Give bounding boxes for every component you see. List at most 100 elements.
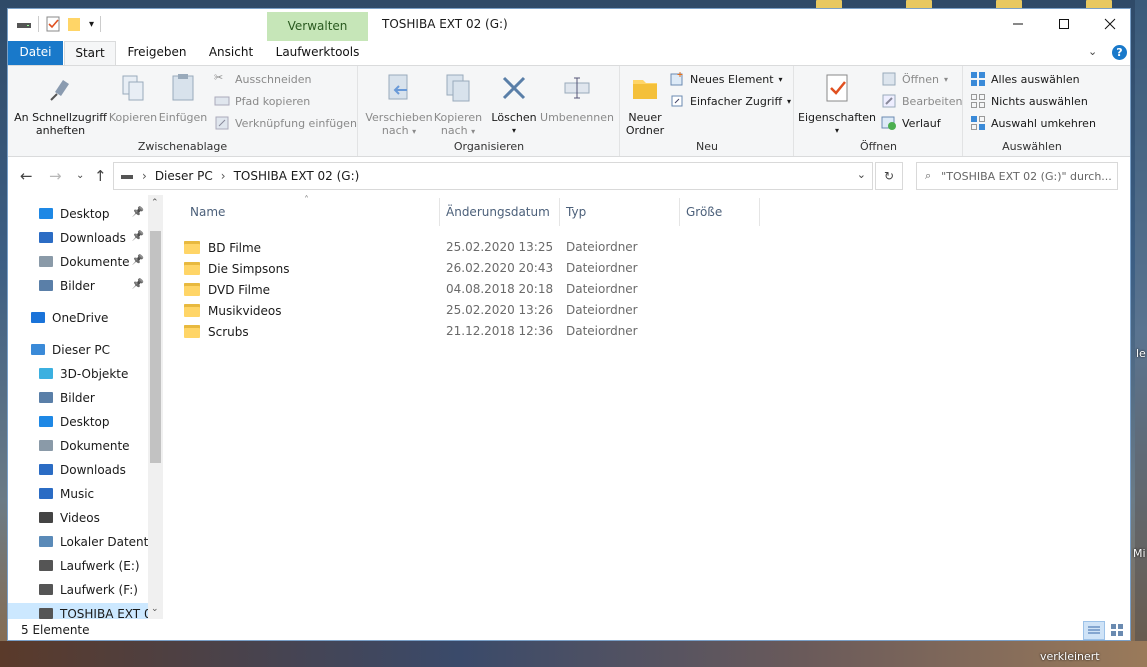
close-button[interactable]	[1087, 9, 1130, 39]
nav-item[interactable]: Dokumente 📌	[8, 251, 148, 273]
table-row[interactable]: Die Simpsons 26.02.2020 20:43 Dateiordner	[184, 258, 744, 279]
nav-item[interactable]: Laufwerk (E:)	[8, 555, 148, 577]
address-bar[interactable]: › Dieser PC › TOSHIBA EXT 02 (G:) ⌄	[113, 162, 873, 190]
select-all-icon	[971, 72, 985, 86]
recent-locations-icon[interactable]: ⌄	[76, 170, 84, 181]
maximize-button[interactable]	[1041, 9, 1087, 39]
nav-item[interactable]: 3D-Objekte	[8, 363, 148, 385]
dropdown-arrow-icon: ▾	[778, 74, 783, 84]
group-new: Neuer Ordner Neues Element ▾ Einfacher Zu…	[621, 66, 794, 156]
expand-ribbon-icon[interactable]: ⌄	[1088, 45, 1097, 58]
customize-toolbar-icon[interactable]: ▾	[89, 19, 94, 30]
table-row[interactable]: Scrubs 21.12.2018 12:36 Dateiordner	[184, 321, 744, 342]
drive-icon	[39, 560, 53, 571]
open-label: Öffnen	[902, 72, 939, 86]
nav-item[interactable]: Videos	[8, 507, 148, 529]
rename-button[interactable]: Umbenennen	[539, 68, 615, 124]
column-header-size[interactable]: Größe	[680, 198, 760, 226]
paste-button[interactable]: Einfügen	[158, 68, 208, 124]
tab-ansicht[interactable]: Ansicht	[204, 41, 258, 65]
select-all-button[interactable]: Alles auswählen	[970, 71, 1080, 87]
item-count: 5 Elemente	[21, 623, 90, 637]
new-folder-icon[interactable]	[67, 16, 83, 32]
edit-label: Bearbeiten	[902, 94, 963, 108]
group-select: Alles auswählen Nichts auswählen Auswahl…	[964, 66, 1100, 156]
table-row[interactable]: Musikvideos 25.02.2020 13:26 Dateiordner	[184, 300, 744, 321]
open-button[interactable]: Öffnen ▾	[881, 71, 948, 87]
edit-icon	[882, 94, 896, 108]
scroll-down-icon[interactable]: ⌄	[151, 604, 159, 614]
help-icon[interactable]: ?	[1112, 45, 1127, 60]
column-header-name[interactable]: Name	[184, 198, 440, 226]
breadcrumb-drive[interactable]: TOSHIBA EXT 02 (G:)	[234, 169, 360, 183]
tab-freigeben[interactable]: Freigeben	[125, 41, 189, 65]
desktop-icon-label[interactable]: Mi	[1133, 547, 1146, 560]
copy-button[interactable]: Kopieren	[108, 68, 158, 124]
copy-to-button[interactable]: Kopieren nach ▾	[429, 68, 487, 138]
nav-item-label: Music	[60, 487, 95, 501]
new-folder-label: Neuer	[628, 111, 662, 124]
address-dropdown-icon[interactable]: ⌄	[857, 168, 866, 181]
new-item-button[interactable]: Neues Element ▾	[669, 71, 783, 87]
nav-item[interactable]: Desktop 📌	[8, 203, 148, 225]
tab-start[interactable]: Start	[64, 41, 116, 66]
refresh-button[interactable]: ↻	[875, 162, 903, 190]
nav-item[interactable]: OneDrive	[8, 307, 148, 329]
move-to-button[interactable]: Verschieben nach ▾	[363, 68, 435, 138]
address-bar-row: ← → ⌄ ↑ › Dieser PC › TOSHIBA EXT 02 (G:…	[8, 157, 1130, 193]
copy-icon	[122, 75, 144, 101]
copy-path-button[interactable]: Pfad kopieren	[214, 93, 310, 109]
nav-item[interactable]: Bilder	[8, 387, 148, 409]
file-name: DVD Filme	[208, 282, 271, 297]
column-header-date[interactable]: Änderungsdatum	[440, 198, 560, 226]
nav-item[interactable]: Dieser PC	[8, 339, 148, 361]
easy-access-icon	[671, 95, 683, 107]
nav-item[interactable]: Bilder 📌	[8, 275, 148, 297]
nav-item[interactable]: TOSHIBA EXT 02	[8, 603, 148, 619]
desktop-icon-label[interactable]: verkleinert	[1040, 650, 1100, 663]
nav-item[interactable]: Music	[8, 483, 148, 505]
new-folder-button[interactable]: Neuer Ordner	[623, 68, 667, 137]
nav-item-label: Laufwerk (E:)	[60, 559, 140, 573]
tab-datei[interactable]: Datei	[8, 41, 63, 65]
details-view-button[interactable]	[1083, 621, 1105, 640]
minimize-button[interactable]	[995, 9, 1041, 39]
open-icon	[882, 72, 896, 86]
nav-item[interactable]: Downloads 📌	[8, 227, 148, 249]
cut-button[interactable]: ✂ Ausschneiden	[214, 71, 312, 87]
file-type: Dateiordner	[566, 303, 638, 317]
table-row[interactable]: BD Filme 25.02.2020 13:25 Dateiordner	[184, 237, 744, 258]
delete-button[interactable]: Löschen ▾	[489, 68, 539, 137]
invert-selection-button[interactable]: Auswahl umkehren	[970, 115, 1096, 131]
history-button[interactable]: Verlauf	[881, 115, 941, 131]
properties-icon[interactable]	[45, 16, 61, 32]
desktop-icon-label[interactable]: le	[1136, 347, 1146, 360]
up-button[interactable]: ↑	[94, 167, 107, 185]
nav-item[interactable]: Dokumente	[8, 435, 148, 457]
nav-item[interactable]: Laufwerk (F:)	[8, 579, 148, 601]
breadcrumb-this-pc[interactable]: Dieser PC	[155, 169, 213, 183]
nav-item[interactable]: Downloads	[8, 459, 148, 481]
tab-laufwerktools[interactable]: Laufwerktools	[267, 41, 368, 65]
edit-button[interactable]: Bearbeiten	[881, 93, 962, 109]
search-input[interactable]: ⌕ "TOSHIBA EXT 02 (G:)" durch...	[916, 162, 1118, 190]
move-to-label: Verschieben	[365, 111, 433, 124]
back-button[interactable]: ←	[20, 167, 33, 185]
details-view-icon	[1088, 626, 1100, 634]
forward-button[interactable]: →	[49, 167, 62, 185]
large-icons-view-button[interactable]	[1107, 621, 1127, 640]
scroll-up-icon[interactable]: ⌃	[151, 198, 159, 208]
dropdown-arrow-icon: ▾	[412, 127, 417, 136]
column-header-type[interactable]: Typ	[560, 198, 680, 226]
pin-quick-access-button[interactable]: An Schnellzugriff anheften	[13, 68, 108, 137]
nav-scrollbar-thumb[interactable]	[150, 231, 161, 463]
context-tab-manage[interactable]: Verwalten	[267, 12, 368, 41]
nav-item[interactable]: Desktop	[8, 411, 148, 433]
table-row[interactable]: DVD Filme 04.08.2018 20:18 Dateiordner	[184, 279, 744, 300]
nav-item[interactable]: Lokaler Datenträ	[8, 531, 148, 553]
nav-scrollbar[interactable]: ⌃ ⌄	[148, 195, 163, 619]
properties-button[interactable]: Eigenschaften ▾	[797, 68, 877, 137]
select-none-button[interactable]: Nichts auswählen	[970, 93, 1088, 109]
easy-access-button[interactable]: Einfacher Zugriff ▾	[669, 93, 791, 109]
paste-shortcut-button[interactable]: Verknüpfung einfügen	[214, 115, 357, 131]
